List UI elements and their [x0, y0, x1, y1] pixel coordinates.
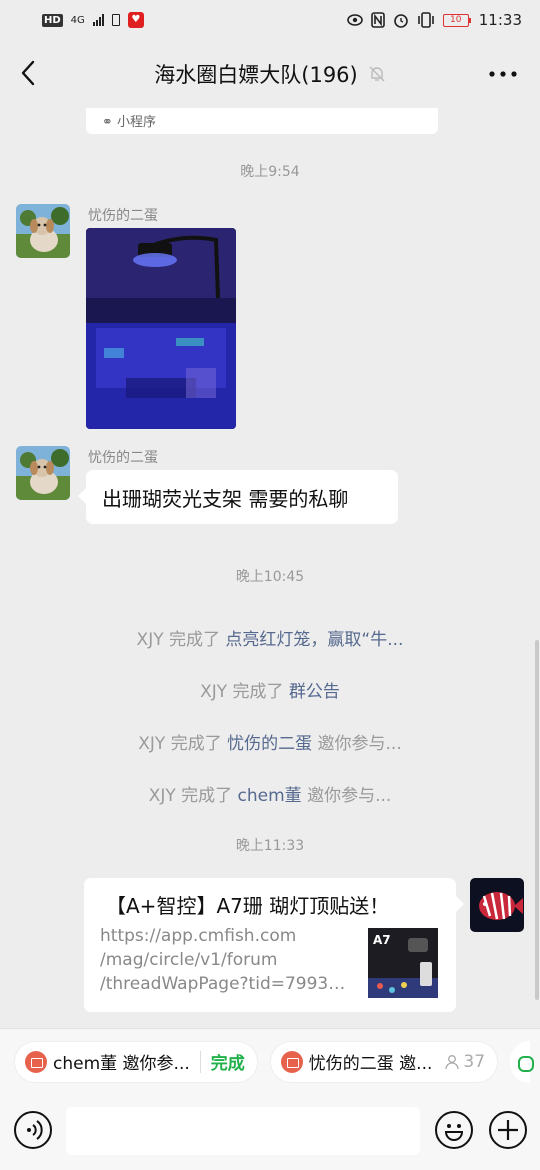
status-bar: HD 4G ♥ 10 11:33 [0, 0, 540, 40]
add-button[interactable] [489, 1111, 527, 1149]
participants-count: 37 [444, 1052, 485, 1072]
timestamp: 晚上11:33 [235, 838, 305, 854]
message-text: 出珊瑚荧光支架 需要的私聊 [102, 487, 349, 511]
message-input[interactable] [66, 1107, 420, 1155]
link-card-message[interactable]: 【A+智控】A7珊 瑚灯顶贴送！ https://app.cmfish.com … [84, 878, 464, 1012]
emoji-icon [444, 1124, 464, 1141]
link-title: 【A+智控】A7珊 瑚灯顶贴送！ [106, 894, 390, 918]
task-done-button[interactable]: 完成 [211, 1049, 245, 1074]
sender-name: 忧伤的二蛋 [88, 450, 158, 466]
chevron-left-icon[interactable] [14, 58, 44, 88]
battery-level: 10 [442, 13, 469, 27]
lamp-product-image: A7 [368, 928, 438, 998]
miniprogram-label: 小程序 [117, 115, 157, 130]
task-link[interactable]: 群公告 [289, 682, 340, 702]
task-link[interactable]: 忧伤的二蛋 [227, 734, 312, 754]
dog-avatar-icon [16, 446, 70, 500]
person-icon [445, 1054, 460, 1069]
scrollbar[interactable] [535, 640, 539, 1000]
chat-title: 海水圈白嫖大队(196) [154, 63, 358, 87]
avatar[interactable] [16, 204, 70, 258]
thumb-label: A7 [373, 933, 391, 947]
task-chip-label: 忧伤的二蛋 邀... [308, 1054, 433, 1074]
link-icon: ⚭ [102, 115, 113, 130]
task-chip[interactable]: chem董 邀你参... 完成 [14, 1040, 258, 1083]
miniprogram-card[interactable]: ⚭ 小程序 [86, 108, 438, 134]
image-message[interactable] [86, 228, 236, 429]
group-tasks-bar: chem董 邀你参... 完成 忧伤的二蛋 邀... 37 [0, 1028, 540, 1094]
more-tasks-chip[interactable] [510, 1040, 535, 1083]
task-chip[interactable]: 忧伤的二蛋 邀... 37 [269, 1040, 499, 1083]
timestamp: 晚上10:45 [235, 569, 305, 585]
task-link[interactable]: chem董 [238, 786, 302, 806]
network-type: 4G [70, 14, 85, 26]
task-link[interactable]: 点亮红灯笼，赢取“牛... [225, 630, 403, 650]
status-right: 10 11:33 [346, 11, 522, 29]
system-message: XJY 完成了 点亮红灯笼，赢取“牛... [136, 630, 404, 650]
my-avatar[interactable] [470, 878, 524, 932]
aquarium-photo [86, 228, 236, 429]
voice-button[interactable] [14, 1111, 52, 1149]
system-message: XJY 完成了 群公告 [200, 682, 340, 702]
gift-icon [25, 1050, 47, 1073]
avatar[interactable] [16, 446, 70, 500]
emoji-button[interactable] [435, 1111, 473, 1149]
vibrate-icon [417, 12, 434, 28]
task-chip-label: chem董 邀你参... [53, 1054, 190, 1074]
chat-area[interactable]: ⚭ 小程序 晚上9:54 忧伤的二蛋 忧伤的二蛋 出珊瑚荧光支架 需要的私聊 晚… [0, 108, 540, 1028]
signal-icon [92, 14, 104, 26]
battery-icon: 10 [442, 13, 471, 27]
nfc-icon [370, 12, 385, 28]
device-icon [111, 14, 120, 26]
link-url: https://app.cmfish.com /mag/circle/v1/fo… [100, 926, 355, 994]
alarm-icon [393, 14, 408, 28]
clock: 11:33 [478, 11, 522, 29]
input-bar [0, 1094, 540, 1170]
text-message[interactable]: 出珊瑚荧光支架 需要的私聊 [78, 470, 398, 524]
link-thumbnail: A7 [368, 928, 438, 998]
chat-header: 海水圈白嫖大队(196) [0, 40, 540, 108]
system-message: XJY 完成了 忧伤的二蛋 邀你参与... [138, 734, 402, 754]
timestamp: 晚上9:54 [240, 164, 300, 180]
more-icon[interactable] [488, 64, 518, 84]
status-left: HD 4G ♥ [42, 12, 144, 28]
hd-badge: HD [42, 13, 63, 27]
dog-avatar-icon [16, 204, 70, 258]
voice-icon [27, 1120, 43, 1140]
fish-avatar-icon [470, 878, 524, 932]
sender-name: 忧伤的二蛋 [88, 208, 158, 224]
app-notification-icon: ♥ [127, 12, 144, 28]
chat-title-wrap: 海水圈白嫖大队(196) [154, 59, 385, 89]
gift-icon [280, 1050, 303, 1073]
bell-off-icon [369, 66, 385, 82]
eye-icon [346, 14, 363, 26]
system-message: XJY 完成了 chem董 邀你参与... [148, 786, 392, 806]
plus-icon [498, 1120, 518, 1140]
